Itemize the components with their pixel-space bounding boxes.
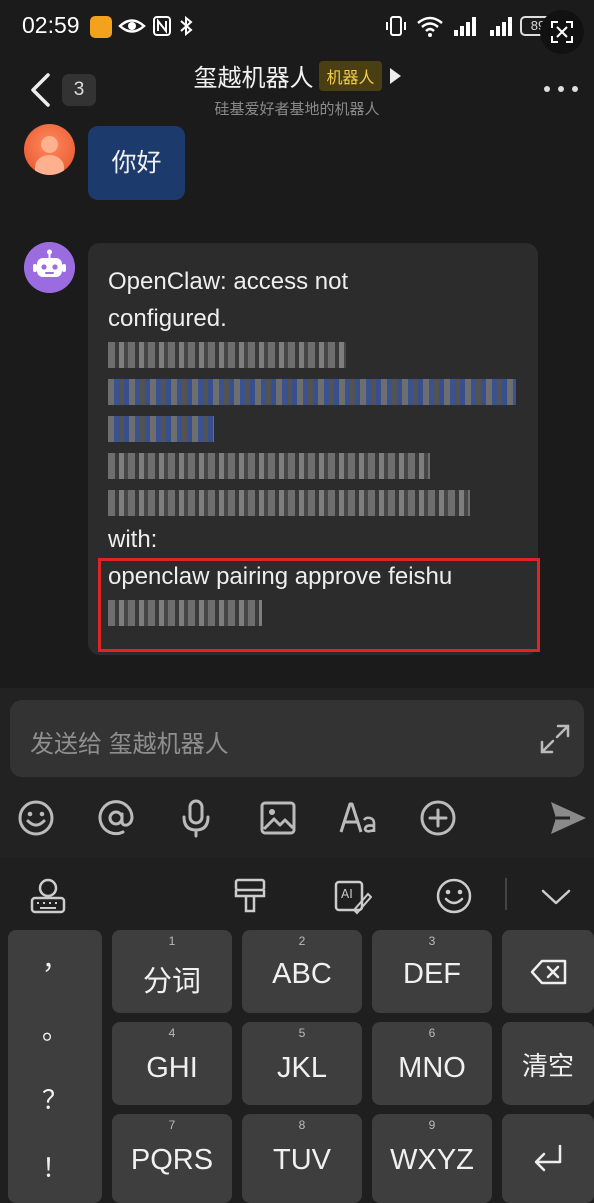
send-icon[interactable]	[548, 798, 588, 838]
key-number: 9	[428, 1118, 436, 1132]
ai-edit-icon[interactable]: AI	[332, 876, 372, 916]
svg-text:AI: AI	[341, 887, 353, 901]
key-2[interactable]: 2 ABC	[242, 930, 362, 1013]
more-options-button[interactable]	[544, 86, 580, 96]
redacted-text	[108, 379, 516, 405]
key-label: ABC	[272, 958, 332, 990]
toolbar-divider	[505, 878, 507, 910]
bot-avatar[interactable]	[24, 242, 75, 293]
key-number: 4	[168, 1026, 176, 1040]
microphone-icon[interactable]	[176, 798, 216, 838]
key-label: TUV	[273, 1144, 331, 1176]
key-8[interactable]: 8 TUV	[242, 1114, 362, 1203]
status-bar: 02:59 89	[0, 0, 594, 54]
message-input-placeholder: 发送给 玺越机器人	[30, 731, 229, 758]
redacted-text	[108, 416, 214, 442]
key-label: WXYZ	[390, 1144, 474, 1176]
bot-message-line: configured.	[108, 305, 227, 332]
vibrate-icon	[386, 16, 406, 36]
key-3[interactable]: 3 DEF	[372, 930, 492, 1013]
backspace-icon	[530, 959, 567, 985]
redacted-text	[108, 342, 346, 368]
key-1[interactable]: 1 分词	[112, 930, 232, 1013]
enter-key[interactable]	[502, 1114, 594, 1203]
key-label: DEF	[403, 958, 461, 990]
app-icon	[90, 16, 112, 38]
highlight-box	[98, 558, 540, 652]
key-label: MNO	[398, 1052, 466, 1084]
key-number: 2	[298, 934, 306, 948]
ime-keyboard: AI ， 。 ？ ！ 1 分词 2 ABC 3 DEF 4 GHI 5 JKL …	[0, 858, 594, 1203]
key-number: 1	[168, 934, 176, 948]
punctuation-key[interactable]: 。	[8, 1010, 102, 1047]
enter-icon	[534, 1144, 562, 1172]
chat-title[interactable]: 玺越机器人	[193, 65, 313, 92]
key-label: GHI	[146, 1052, 198, 1084]
image-icon[interactable]	[258, 798, 298, 838]
clear-key-label: 清空	[521, 1051, 574, 1081]
bot-message-line: with:	[108, 526, 158, 553]
punctuation-key[interactable]: ，	[8, 940, 102, 977]
chat-subtitle: 硅基爱好者基地的机器人	[214, 101, 380, 118]
user-avatar[interactable]	[24, 124, 75, 175]
key-4[interactable]: 4 GHI	[112, 1022, 232, 1105]
add-icon[interactable]	[418, 798, 458, 838]
key-number: 8	[298, 1118, 306, 1132]
play-arrow-icon[interactable]	[389, 67, 401, 84]
bot-tag: 机器人	[319, 60, 382, 91]
key-9[interactable]: 9 WXYZ	[372, 1114, 492, 1203]
message-input[interactable]: 发送给 玺越机器人	[10, 700, 584, 777]
emoji-icon[interactable]	[16, 798, 56, 838]
key-label: JKL	[277, 1052, 327, 1084]
brush-icon[interactable]	[230, 876, 270, 916]
clear-key[interactable]: 清空	[502, 1022, 594, 1105]
punctuation-key[interactable]: ！	[8, 1148, 102, 1185]
eye-icon	[118, 19, 146, 33]
signal-icon	[454, 17, 476, 36]
collapse-icon[interactable]	[536, 876, 576, 916]
user-message-bubble[interactable]: 你好	[88, 126, 185, 200]
key-7[interactable]: 7 PQRS	[112, 1114, 232, 1203]
mention-icon[interactable]	[96, 798, 136, 838]
expand-icon[interactable]	[538, 722, 572, 756]
key-number: 3	[428, 934, 436, 948]
message-composer: 发送给 玺越机器人	[0, 688, 594, 858]
key-label: 分词	[142, 966, 201, 998]
signal-icon	[490, 17, 512, 36]
key-6[interactable]: 6 MNO	[372, 1022, 492, 1105]
punctuation-key[interactable]: ？	[8, 1080, 102, 1117]
chat-title-row[interactable]: 玺越机器人 机器人	[0, 58, 594, 93]
text-format-icon[interactable]	[338, 798, 378, 838]
user-message-text: 你好	[111, 149, 162, 177]
key-5[interactable]: 5 JKL	[242, 1022, 362, 1105]
key-label: PQRS	[130, 1144, 214, 1176]
punctuation-column[interactable]: ， 。 ？ ！	[8, 930, 102, 1203]
key-number: 5	[298, 1026, 306, 1040]
wifi-icon	[417, 16, 443, 37]
status-time: 02:59	[22, 12, 80, 38]
key-number: 6	[428, 1026, 436, 1040]
emoji-icon[interactable]	[434, 876, 474, 916]
redacted-text	[108, 453, 430, 479]
bot-message-line: OpenClaw: access not	[108, 268, 349, 295]
chat-header: 3 玺越机器人 机器人 硅基爱好者基地的机器人	[0, 54, 594, 124]
keyboard-settings-icon[interactable]	[28, 876, 68, 916]
nfc-icon	[153, 16, 171, 36]
screenshot-icon[interactable]	[538, 8, 586, 56]
key-number: 7	[168, 1118, 176, 1132]
redacted-text	[108, 490, 470, 516]
backspace-key[interactable]	[502, 930, 594, 1013]
bluetooth-icon	[180, 15, 193, 37]
